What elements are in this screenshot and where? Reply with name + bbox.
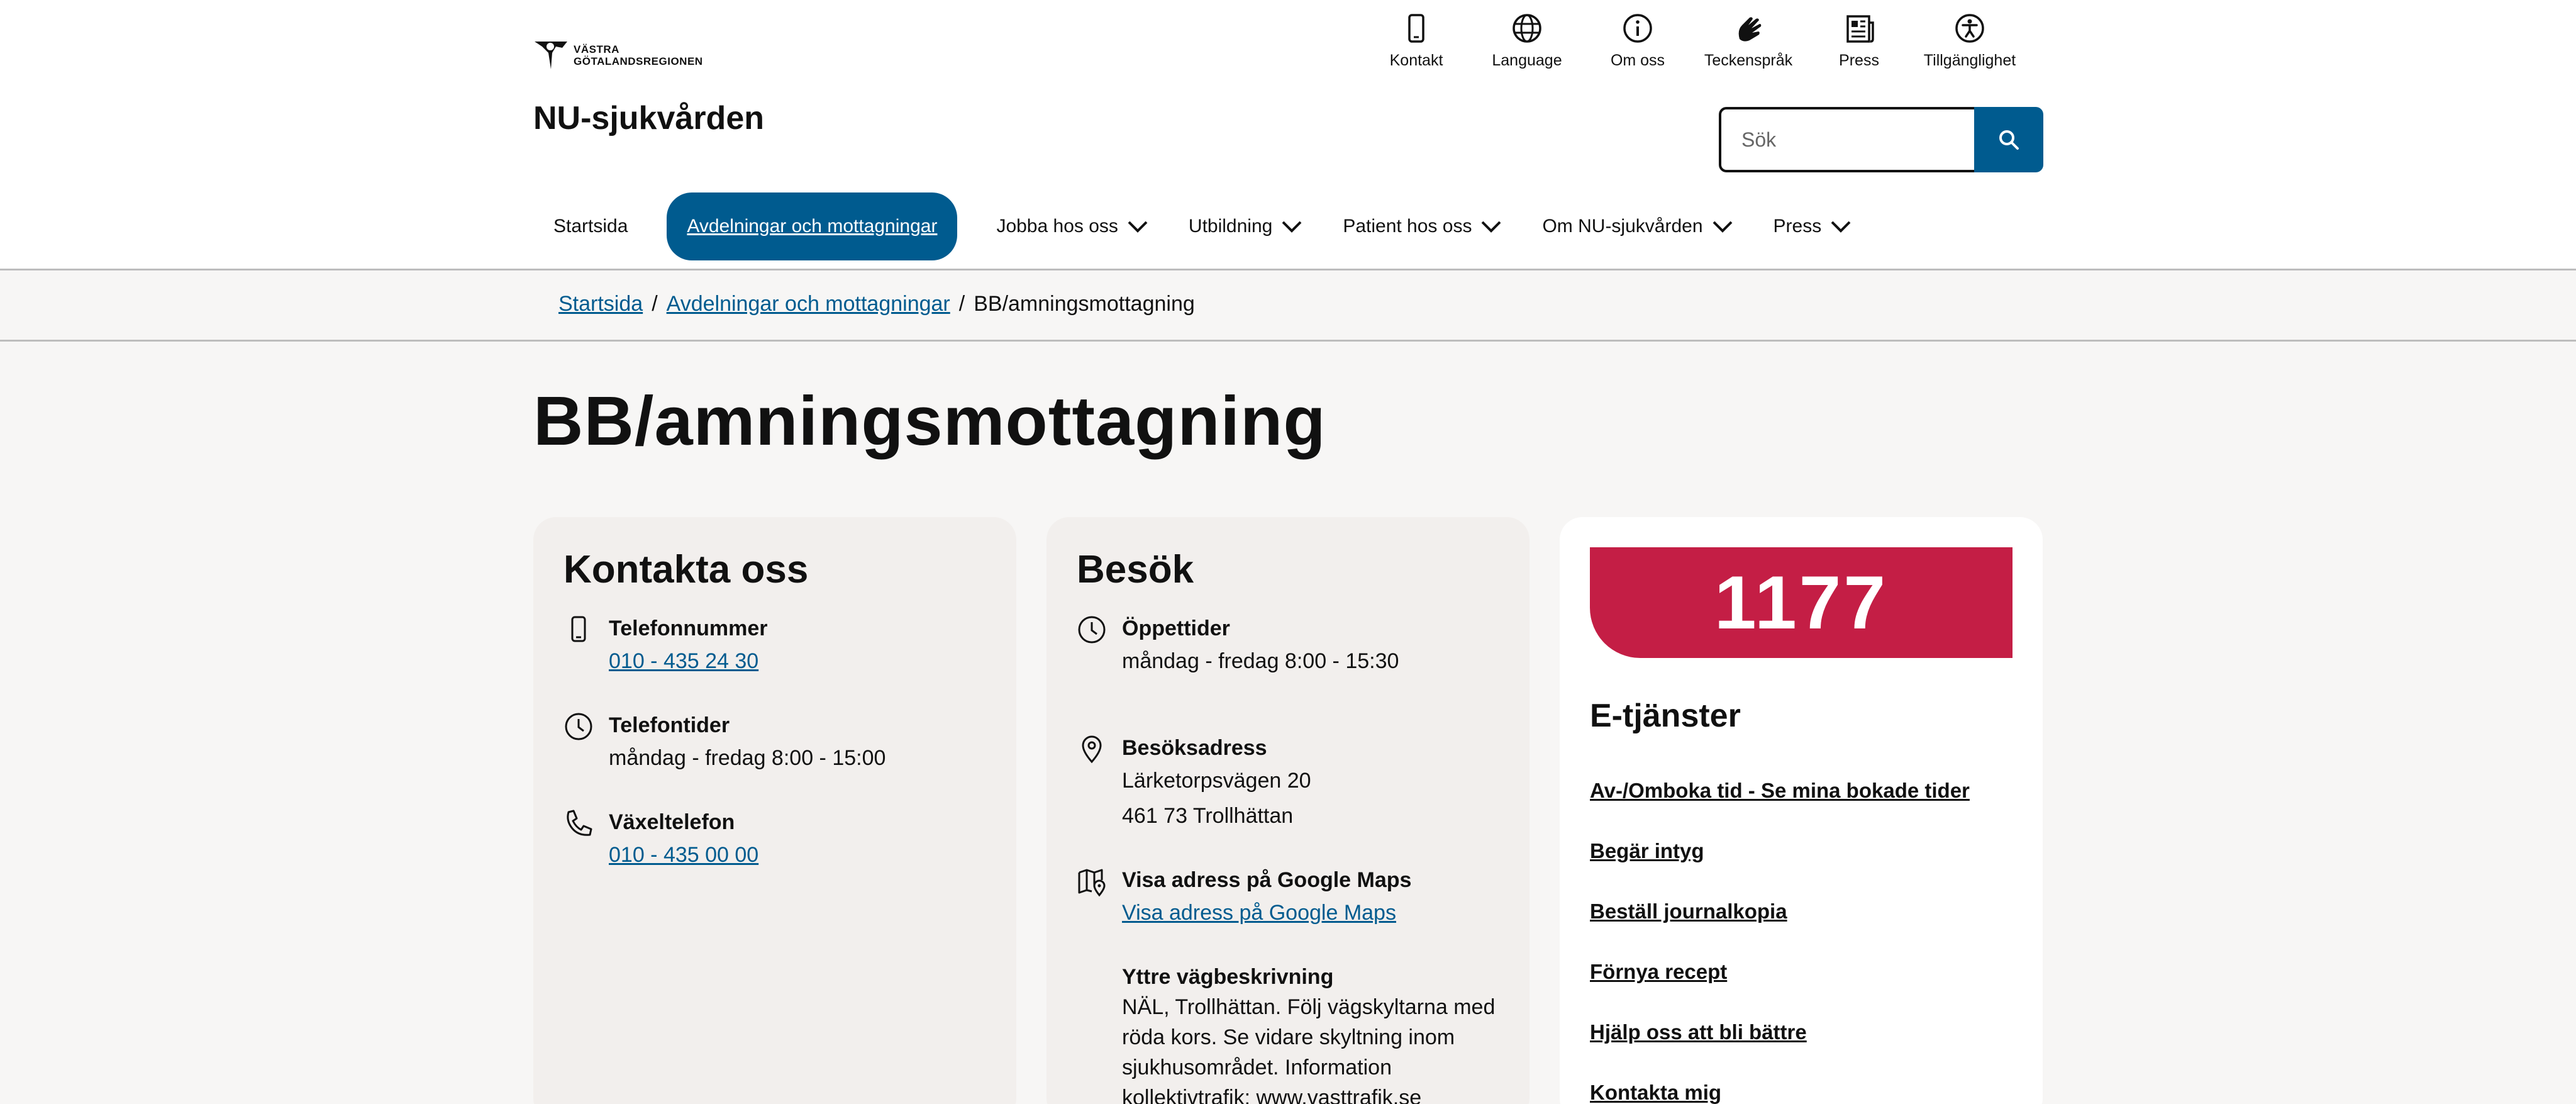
address-line1: Lärketorpsvägen 20: [1122, 769, 1311, 793]
breadcrumb-current: BB/amningsmottagning: [974, 292, 1195, 316]
maps-label: Visa adress på Google Maps: [1122, 868, 1412, 892]
breadcrumb: Startsida / Avdelningar och mottagningar…: [558, 292, 1195, 316]
logo-line2: GÖTALANDSREGIONEN: [574, 55, 703, 67]
eservice-link[interactable]: Förnya recept: [1590, 960, 2012, 984]
toplink-label: Om oss: [1610, 52, 1665, 69]
phone-hours-info: Telefontider måndag - fredag 8:00 - 15:0…: [564, 710, 986, 776]
globe-icon: [1513, 14, 1541, 43]
maps-link[interactable]: Visa adress på Google Maps: [1122, 895, 1411, 930]
toplink-tillganglighet[interactable]: Tillgänglighet: [1914, 11, 2025, 70]
contact-title: Kontakta oss: [564, 548, 809, 591]
search-input[interactable]: Sök: [1719, 107, 1974, 172]
nav-label: Avdelningar och mottagningar: [687, 216, 938, 237]
switchboard-link[interactable]: 010 - 435 00 00: [609, 837, 758, 873]
phone-hours-value: måndag - fredag 8:00 - 15:00: [609, 746, 886, 770]
eservice-link[interactable]: Hjälp oss att bli bättre: [1590, 1020, 2012, 1044]
nav-om-nu-sjukvarden[interactable]: Om NU-sjukvården: [1522, 192, 1753, 260]
nav-label: Om NU-sjukvården: [1542, 216, 1703, 237]
1177-logo[interactable]: 1177: [1590, 547, 2012, 658]
handset-icon: [567, 810, 592, 836]
eservice-link[interactable]: Beställ journalkopia: [1590, 900, 2012, 923]
nav-label: Startsida: [553, 216, 628, 237]
eservices-title: E-tjänster: [1590, 698, 1741, 734]
chevron-down-icon: [1831, 221, 1851, 233]
toplink-om-oss[interactable]: Om oss: [1582, 11, 1693, 70]
sign-language-icon: [1738, 17, 1762, 42]
nav-patient-hos-oss[interactable]: Patient hos oss: [1323, 192, 1522, 260]
phone-icon: [1408, 14, 1424, 43]
site-title[interactable]: NU-sjukvården: [533, 99, 764, 137]
phone-info: Telefonnummer 010 - 435 24 30: [564, 613, 986, 679]
toplink-kontakt[interactable]: Kontakt: [1361, 11, 1472, 70]
breadcrumb-separator: /: [652, 292, 658, 316]
address-info: Besöksadress Lärketorpsvägen 20 461 73 T…: [1077, 733, 1499, 834]
toplink-label: Language: [1492, 52, 1562, 69]
phone-hours-label: Telefontider: [609, 713, 730, 737]
info-icon: [1623, 14, 1652, 43]
breadcrumb-separator: /: [958, 292, 965, 316]
phone-link[interactable]: 010 - 435 24 30: [609, 644, 768, 679]
directions-info: Yttre vägbeskrivning NÄL, Trollhättan. F…: [1077, 962, 1499, 1104]
clock-icon: [1078, 616, 1106, 644]
address-label: Besöksadress: [1122, 736, 1267, 760]
search-form: Sök: [1719, 107, 2043, 172]
chevron-down-icon: [1482, 221, 1501, 233]
toplink-label: Kontakt: [1389, 52, 1443, 69]
nav-jobba-hos-oss[interactable]: Jobba hos oss: [976, 192, 1168, 260]
switchboard-info: Växeltelefon 010 - 435 00 00: [564, 807, 986, 873]
main-nav: Startsida Avdelningar och mottagningar J…: [533, 192, 1872, 260]
contact-card: Kontakta oss Telefonnummer 010 - 435 24 …: [533, 517, 1016, 1104]
eservices-card: 1177 E-tjänster Av-/Omboka tid - Se mina…: [1560, 517, 2043, 1104]
nav-label: Utbildning: [1188, 216, 1273, 237]
search-icon: [1999, 130, 2019, 150]
toplink-label: Press: [1839, 52, 1879, 69]
location-pin-icon: [1082, 735, 1102, 764]
breadcrumb-bar: Startsida / Avdelningar och mottagningar…: [0, 270, 2576, 342]
address-line2: 461 73 Trollhättan: [1122, 804, 1294, 828]
vgr-logo[interactable]: VÄSTRA GÖTALANDSREGIONEN: [533, 39, 703, 72]
switchboard-label: Växeltelefon: [609, 810, 735, 834]
maps-info: Visa adress på Google Maps Visa adress p…: [1077, 865, 1499, 930]
toplink-language[interactable]: Language: [1472, 11, 1582, 70]
visit-title: Besök: [1077, 548, 1194, 591]
nav-utbildning[interactable]: Utbildning: [1169, 192, 1323, 260]
eservice-link[interactable]: Av-/Omboka tid - Se mina bokade tider: [1590, 779, 2012, 803]
nav-startsida[interactable]: Startsida: [533, 192, 648, 260]
accessibility-icon: [1955, 14, 1984, 43]
nav-label: Patient hos oss: [1343, 216, 1472, 237]
opening-hours-label: Öppettider: [1122, 616, 1230, 640]
chevron-down-icon: [1282, 221, 1302, 233]
toplink-press[interactable]: Press: [1804, 11, 1914, 70]
site-header: VÄSTRA GÖTALANDSREGIONEN NU-sjukvården K…: [0, 0, 2576, 270]
eservice-link[interactable]: Kontakta mig: [1590, 1081, 2012, 1104]
page-title: BB/amningsmottagning: [533, 382, 1326, 460]
phone-label: Telefonnummer: [609, 616, 768, 640]
phone-icon: [571, 616, 586, 642]
directions-text: NÄL, Trollhättan. Följ vägskyltarna med …: [1122, 995, 1496, 1104]
newspaper-icon: [1846, 15, 1874, 43]
search-button[interactable]: [1974, 107, 2043, 172]
opening-hours-info: Öppettider måndag - fredag 8:00 - 15:30: [1077, 613, 1499, 679]
directions-label: Yttre vägbeskrivning: [1122, 965, 1334, 989]
visit-card: Besök Öppettider måndag - fredag 8:00 - …: [1046, 517, 1530, 1104]
clock-icon: [565, 713, 592, 740]
eservice-link[interactable]: Begär intyg: [1590, 839, 2012, 863]
nav-avdelningar[interactable]: Avdelningar och mottagningar: [667, 192, 958, 260]
logo-line1: VÄSTRA: [574, 43, 619, 55]
breadcrumb-section[interactable]: Avdelningar och mottagningar: [667, 292, 950, 316]
top-links: Kontakt Language Om oss Teckenspråk Pres…: [1361, 11, 2025, 70]
chevron-down-icon: [1713, 221, 1732, 233]
nav-press[interactable]: Press: [1753, 192, 1872, 260]
nav-label: Jobba hos oss: [996, 216, 1118, 237]
opening-hours-value: måndag - fredag 8:00 - 15:30: [1122, 649, 1399, 673]
vgr-logo-icon: [535, 42, 567, 69]
toplink-label: Teckenspråk: [1704, 52, 1793, 69]
map-icon: [1078, 869, 1106, 896]
toplink-label: Tillgänglighet: [1923, 52, 2016, 69]
nav-label: Press: [1773, 216, 1822, 237]
toplink-teckensprak[interactable]: Teckenspråk: [1693, 11, 1804, 70]
breadcrumb-home[interactable]: Startsida: [558, 292, 643, 316]
chevron-down-icon: [1128, 221, 1148, 233]
